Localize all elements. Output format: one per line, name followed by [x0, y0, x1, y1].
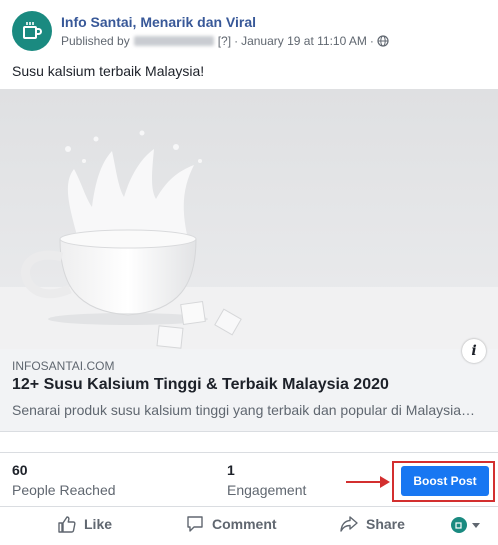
arrow-annotation	[346, 476, 390, 488]
boost-post-button[interactable]: Boost Post	[401, 466, 489, 496]
audience-selector[interactable]	[451, 517, 481, 533]
engagement-value: 1	[227, 462, 235, 478]
like-button[interactable]: Like	[58, 510, 112, 538]
speech-bubble-icon	[187, 516, 203, 532]
publisher-name-redacted	[133, 36, 214, 46]
share-label: Share	[366, 516, 405, 532]
post-message: Susu kalsium terbaik Malaysia!	[12, 63, 205, 79]
divider	[0, 506, 498, 507]
divider	[0, 452, 498, 453]
info-button[interactable]: i	[462, 339, 486, 363]
share-arrow-icon	[340, 516, 358, 532]
published-by-label: Published by	[61, 34, 130, 48]
audience-selector-icon	[451, 517, 467, 533]
share-button[interactable]: Share	[340, 510, 405, 538]
post-date-link[interactable]: January 19 at 11:10 AM	[241, 34, 367, 48]
page-avatar[interactable]	[12, 11, 52, 51]
engagement-label: Engagement	[227, 482, 307, 498]
like-label: Like	[84, 516, 113, 532]
link-preview-image[interactable]	[0, 89, 498, 349]
help-marker[interactable]: [?]	[218, 34, 231, 48]
post-meta: Published by [?] · January 19 at 11:10 A…	[61, 34, 389, 48]
meta-separator: ·	[234, 34, 239, 48]
comment-label: Comment	[212, 516, 277, 532]
reach-label: People Reached	[12, 482, 116, 498]
mug-icon	[23, 22, 42, 39]
comment-button[interactable]: Comment	[186, 510, 277, 538]
milk-cup-illustration	[0, 89, 498, 349]
post-card: Info Santai, Menarik dan Viral Published…	[0, 0, 498, 545]
page-name-link[interactable]: Info Santai, Menarik dan Viral	[61, 14, 256, 30]
thumbs-up-icon	[58, 516, 76, 533]
meta-separator: ·	[369, 34, 374, 48]
globe-icon[interactable]	[377, 35, 389, 47]
link-title[interactable]: 12+ Susu Kalsium Tinggi & Terbaik Malays…	[12, 376, 389, 394]
reach-value: 60	[12, 462, 28, 478]
chevron-down-icon	[472, 523, 480, 528]
link-domain: INFOSANTAI.COM	[12, 359, 115, 373]
link-description: Senarai produk susu kalsium tinggi yang …	[12, 402, 476, 418]
